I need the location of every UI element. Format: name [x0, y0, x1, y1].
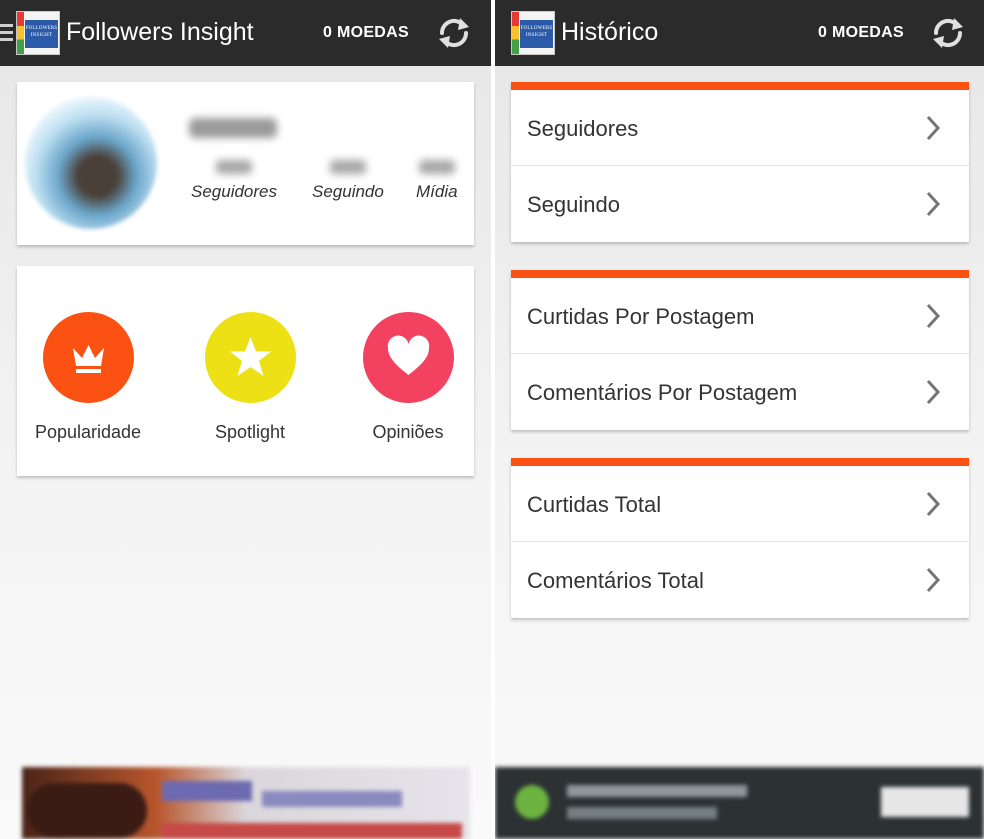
username-redacted: [189, 118, 277, 138]
stat-value-redacted: [418, 160, 455, 174]
list-item-label: Curtidas Total: [527, 492, 662, 517]
features-card: Popularidade Spotlight Opiniões: [17, 266, 474, 476]
history-group-totals: Curtidas Total Comentários Total: [511, 458, 969, 618]
accent-bar: [511, 270, 969, 278]
chevron-right-icon: [926, 303, 941, 329]
app-logo: FOLLOWERS INSIGHT: [16, 11, 60, 55]
chevron-right-icon: [926, 191, 941, 217]
page-title: Histórico: [561, 18, 659, 46]
opinions-button[interactable]: Opiniões: [338, 312, 478, 443]
list-item-label: Seguindo: [527, 192, 620, 217]
list-item-label: Comentários Por Postagem: [527, 380, 798, 405]
app-logo-text: FOLLOWERS INSIGHT: [25, 26, 58, 38]
refresh-icon[interactable]: [930, 14, 966, 52]
app-logo-text: FOLLOWERS INSIGHT: [520, 26, 553, 38]
chevron-right-icon: [926, 491, 941, 517]
feature-label: Opiniões: [372, 422, 444, 442]
ad-banner[interactable]: [495, 767, 984, 839]
coins-counter[interactable]: 0 MOEDAS: [323, 24, 409, 42]
chevron-right-icon: [926, 115, 941, 141]
stat-following[interactable]: Seguindo: [312, 160, 384, 202]
chevron-right-icon: [926, 379, 941, 405]
stat-followers[interactable]: Seguidores: [191, 160, 277, 202]
stat-label: Seguidores: [191, 182, 278, 201]
star-icon: [204, 312, 296, 403]
stat-label: Seguindo: [312, 182, 384, 201]
list-item-label: Comentários Total: [527, 568, 704, 593]
stat-value-redacted: [329, 160, 366, 174]
list-item-likes-total[interactable]: Curtidas Total: [511, 466, 969, 542]
heart-icon: [362, 312, 454, 403]
main-screen: FOLLOWERS INSIGHT Followers Insight 0 MO…: [0, 0, 491, 839]
app-title: Followers Insight: [66, 18, 254, 46]
stat-value-redacted: [216, 160, 252, 174]
accent-bar: [511, 82, 969, 90]
list-item-comments-per-post[interactable]: Comentários Por Postagem: [511, 354, 969, 430]
refresh-icon[interactable]: [436, 14, 472, 52]
list-item-label: Seguidores: [527, 116, 639, 141]
list-item-likes-per-post[interactable]: Curtidas Por Postagem: [511, 278, 969, 354]
app-logo: FOLLOWERS INSIGHT: [511, 11, 555, 55]
stat-label: Mídia: [416, 182, 458, 201]
crown-icon: [42, 312, 134, 403]
profile-card[interactable]: Seguidores Seguindo Mídia: [17, 82, 474, 245]
accent-bar: [511, 458, 969, 466]
feature-label: Spotlight: [214, 422, 286, 442]
list-item-following[interactable]: Seguindo: [511, 166, 969, 242]
history-group-followers: Seguidores Seguindo: [511, 82, 969, 242]
popularity-button[interactable]: Popularidade: [18, 312, 158, 443]
list-item-comments-total[interactable]: Comentários Total: [511, 542, 969, 618]
ad-banner[interactable]: [22, 767, 470, 839]
feature-label: Popularidade: [34, 422, 142, 442]
history-group-per-post: Curtidas Por Postagem Comentários Por Po…: [511, 270, 969, 430]
coins-counter[interactable]: 0 MOEDAS: [818, 24, 904, 42]
spotlight-button[interactable]: Spotlight: [180, 312, 320, 443]
list-item-followers[interactable]: Seguidores: [511, 90, 969, 166]
top-app-bar: FOLLOWERS INSIGHT Followers Insight 0 MO…: [0, 0, 491, 66]
top-app-bar: FOLLOWERS INSIGHT Histórico 0 MOEDAS: [495, 0, 984, 66]
stat-media[interactable]: Mídia: [416, 160, 458, 202]
history-screen: FOLLOWERS INSIGHT Histórico 0 MOEDAS Seg…: [495, 0, 984, 839]
list-item-label: Curtidas Por Postagem: [527, 304, 755, 329]
chevron-right-icon: [926, 567, 941, 593]
avatar: [25, 97, 157, 229]
menu-icon[interactable]: [0, 24, 13, 42]
